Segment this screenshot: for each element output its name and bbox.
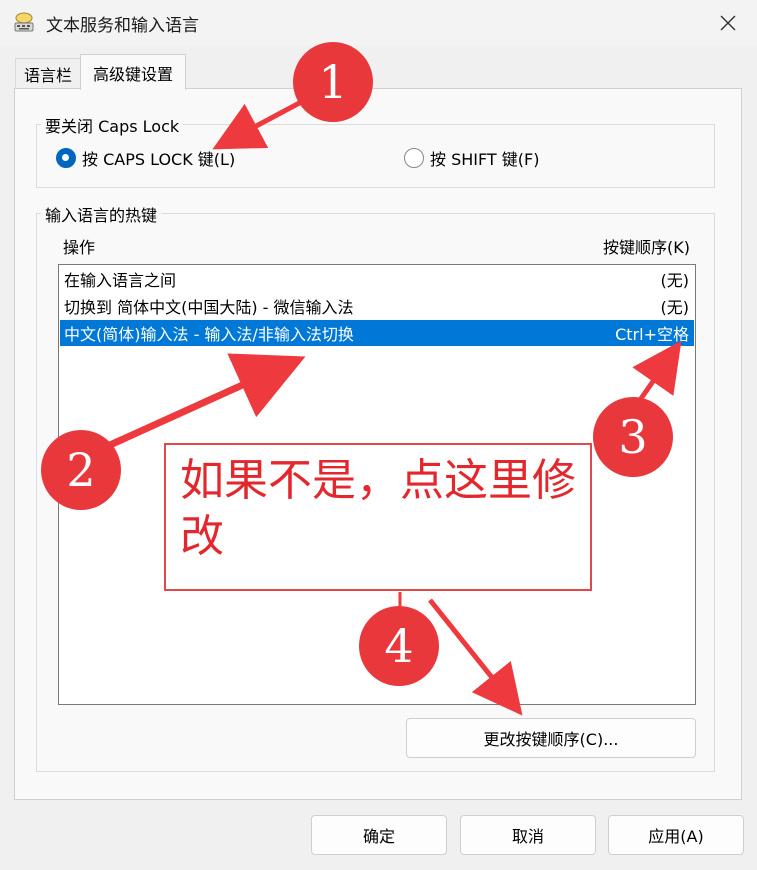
caps-lock-legend: 要关闭 Caps Lock [41,113,184,137]
change-key-sequence-button[interactable]: 更改按键顺序(C)... [406,718,696,758]
hotkey-sequence: Ctrl+空格 [615,325,689,344]
radio-caps-lock-key[interactable]: 按 CAPS LOCK 键(L) [56,146,235,170]
list-item[interactable]: 切换到 简体中文(中国大陆) - 微信输入法 (无) [60,293,694,319]
hotkey-sequence: (无) [660,271,690,290]
window-title: 文本服务和输入语言 [46,16,199,36]
annotation-badge-1: 1 [293,42,373,122]
hotkey-action: 中文(简体)输入法 - 输入法/非输入法切换 [64,325,354,344]
tab-language-bar[interactable]: 语言栏 [15,58,81,88]
cancel-button[interactable]: 取消 [460,815,596,855]
hotkey-action: 在输入语言之间 [64,271,177,290]
hotkeys-legend: 输入语言的热键 [41,202,162,226]
tab-advanced-key-settings[interactable]: 高级键设置 [80,54,186,90]
apply-button[interactable]: 应用(A) [608,815,744,855]
column-header-key-sequence: 按键顺序(K) [603,238,690,257]
title-bar: 文本服务和输入语言 [0,0,757,46]
list-item[interactable]: 在输入语言之间 (无) [60,266,694,292]
radio-shift-label: 按 SHIFT 键(F) [430,150,540,169]
hotkey-action: 切换到 简体中文(中国大陆) - 微信输入法 [64,298,354,317]
annotation-note-box: 如果不是，点这里修改 [164,443,592,591]
column-header-action: 操作 [63,238,96,257]
radio-unselected-icon [404,148,424,168]
list-item-selected[interactable]: 中文(简体)输入法 - 输入法/非输入法切换 Ctrl+空格 [60,320,694,346]
annotation-note-text: 如果不是，点这里修改 [180,455,576,562]
annotation-badge-2: 2 [41,430,121,510]
close-button[interactable] [713,9,743,37]
close-icon [720,15,736,31]
radio-caps-lock-label: 按 CAPS LOCK 键(L) [82,150,236,169]
keyboard-app-icon [12,10,36,34]
radio-shift-key[interactable]: 按 SHIFT 键(F) [404,146,539,170]
hotkey-sequence: (无) [660,298,690,317]
annotation-badge-3: 3 [593,397,673,477]
ok-button[interactable]: 确定 [311,815,447,855]
radio-selected-icon [56,148,76,168]
annotation-badge-4: 4 [359,606,439,686]
